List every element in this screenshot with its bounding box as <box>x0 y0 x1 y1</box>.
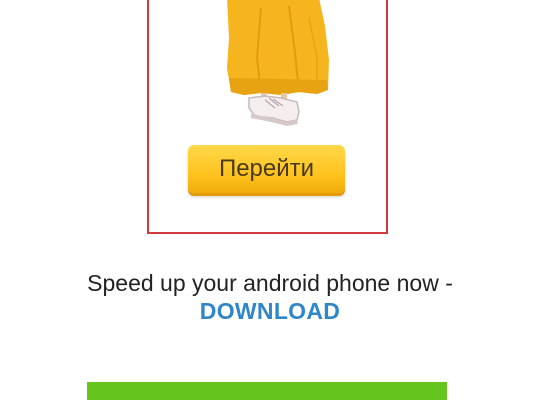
promo-text: Speed up your android phone now - <box>87 270 453 296</box>
download-link-row: DOWNLOAD <box>0 296 540 326</box>
download-link[interactable]: DOWNLOAD <box>200 298 340 324</box>
dress-shadow <box>229 78 328 95</box>
go-button[interactable]: Перейти <box>188 145 345 193</box>
ad-model-image[interactable] <box>149 0 386 128</box>
page: Перейти Speed up your android phone now … <box>0 0 540 400</box>
green-action-bar[interactable] <box>87 382 447 400</box>
ad-banner[interactable]: Перейти <box>147 0 388 234</box>
